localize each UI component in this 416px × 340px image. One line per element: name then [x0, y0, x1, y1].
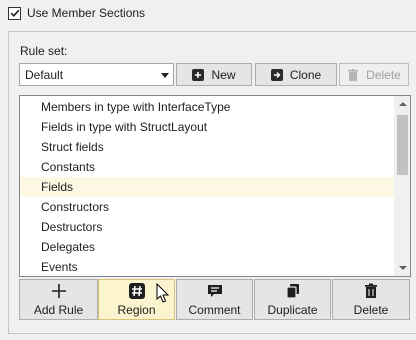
ruleset-selected-value: Default [25, 67, 64, 82]
delete-label: Delete [366, 67, 401, 82]
list-item[interactable]: Events [20, 257, 394, 276]
ruleset-label: Rule set: [20, 44, 68, 58]
list-item-label: Fields [41, 180, 74, 194]
list-item[interactable]: Constructors [20, 197, 394, 217]
mouse-cursor-icon [156, 283, 170, 303]
trash-icon [348, 68, 359, 81]
new-ruleset-button[interactable]: New [176, 63, 252, 86]
plus-icon [51, 284, 66, 298]
checkmark-icon [10, 9, 19, 17]
list-scrollbar[interactable] [394, 96, 410, 276]
ruleset-combobox[interactable]: Default [19, 63, 174, 86]
delete-ruleset-button[interactable]: Delete [339, 63, 409, 86]
list-item-label: Constants [41, 160, 96, 174]
add-rule-button[interactable]: Add Rule [19, 279, 98, 320]
chevron-down-icon[interactable] [161, 73, 169, 78]
trash-icon [365, 283, 377, 298]
clone-ruleset-button[interactable]: Clone [255, 63, 337, 86]
duplicate-label: Duplicate [267, 303, 318, 317]
duplicate-button[interactable]: Duplicate [254, 279, 331, 320]
list-item[interactable]: Destructors [20, 217, 394, 237]
list-item-label: Fields in type with StructLayout [41, 120, 208, 134]
comment-label: Comment [188, 303, 241, 317]
use-member-sections-label: Use Member Sections [27, 6, 146, 20]
list-item[interactable]: Constants [20, 157, 394, 177]
use-member-sections-row[interactable]: Use Member Sections [8, 6, 145, 20]
clone-icon [270, 68, 283, 81]
rules-list[interactable]: Members in type with InterfaceType Field… [19, 95, 411, 277]
scroll-up-icon[interactable] [399, 102, 407, 106]
list-item-label: Delegates [41, 240, 96, 254]
delete-rule-label: Delete [353, 303, 389, 317]
comment-icon [207, 285, 222, 297]
region-label: Region [117, 303, 156, 317]
duplicate-icon [285, 284, 299, 299]
list-item-label: Destructors [41, 220, 103, 234]
list-item[interactable]: Struct fields [20, 137, 394, 157]
list-item-selected[interactable]: Fields [20, 177, 394, 197]
scroll-thumb[interactable] [397, 115, 408, 175]
list-item[interactable]: Fields in type with StructLayout [20, 117, 394, 137]
list-item-label: Constructors [41, 200, 110, 214]
plus-square-icon [192, 68, 205, 81]
list-item-label: Members in type with InterfaceType [41, 100, 231, 114]
new-label: New [211, 67, 236, 82]
member-sections-panel: Use Member Sections Rule set: Default Ne… [0, 0, 416, 340]
list-item-label: Struct fields [41, 140, 104, 154]
list-item[interactable]: Delegates [20, 237, 394, 257]
add-rule-label: Add Rule [33, 303, 84, 317]
use-member-sections-checkbox[interactable] [8, 6, 21, 20]
list-item-label: Events [41, 260, 78, 274]
comment-button[interactable]: Comment [176, 279, 253, 320]
scroll-down-icon[interactable] [399, 266, 407, 270]
list-item[interactable]: Members in type with InterfaceType [20, 97, 394, 117]
clone-label: Clone [289, 67, 322, 82]
hash-icon [128, 283, 145, 299]
delete-rule-button[interactable]: Delete [332, 279, 410, 320]
